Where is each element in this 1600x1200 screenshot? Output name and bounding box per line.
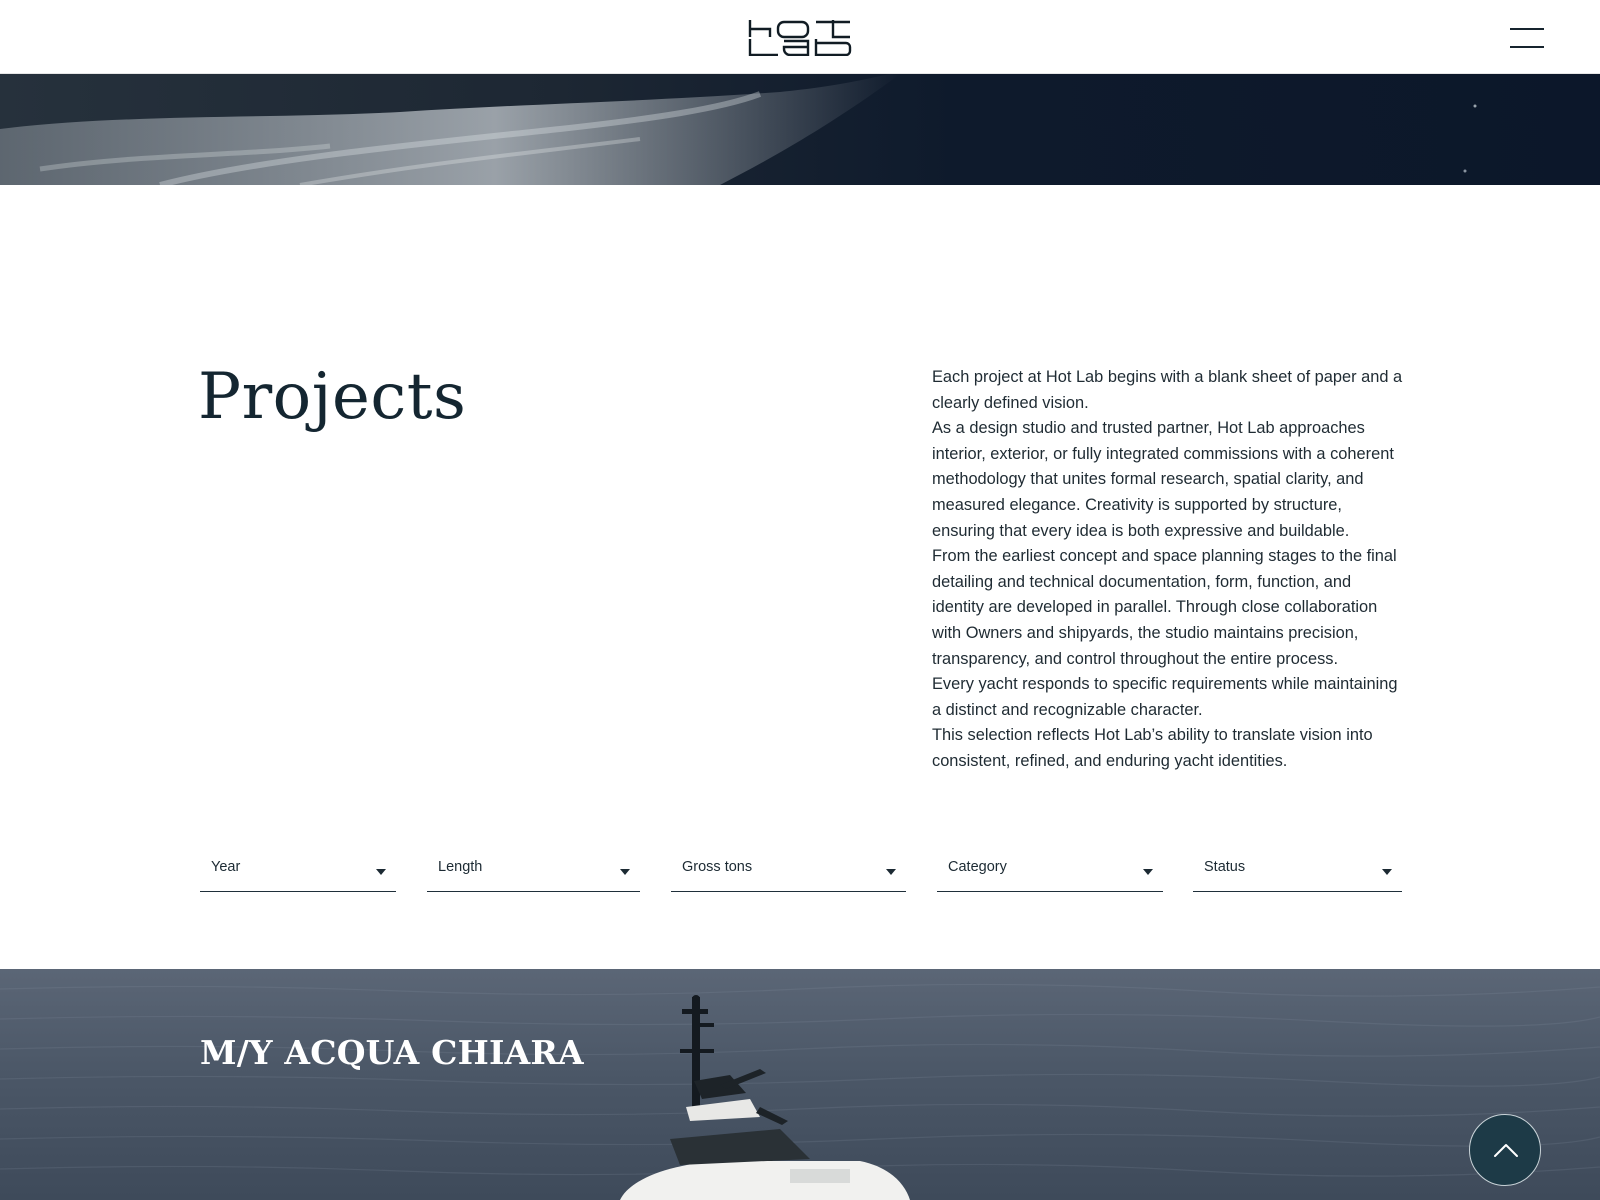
logo-mark-icon (748, 20, 852, 57)
filter-status-dropdown[interactable]: Status (1193, 852, 1402, 892)
menu-line-top (1510, 28, 1544, 30)
caret-down-icon (886, 869, 896, 875)
caret-down-icon (1382, 869, 1392, 875)
filter-label: Category (948, 859, 1007, 875)
intro-paragraph: This selection reflects Hot Lab’s abilit… (932, 726, 1373, 770)
intro-description: Each project at Hot Lab begins with a bl… (932, 365, 1407, 775)
caret-down-icon (1143, 869, 1153, 875)
filter-label: Status (1204, 859, 1246, 875)
intro-paragraph: From the earliest concept and space plan… (932, 547, 1397, 668)
filter-category-dropdown[interactable]: Category (937, 852, 1163, 892)
ocean-foam-illustration (0, 74, 1477, 185)
yacht-image (620, 995, 910, 1200)
page-title: Projects (198, 360, 467, 434)
hamburger-menu-icon[interactable] (1510, 26, 1544, 48)
caret-down-icon (376, 869, 386, 875)
filter-label: Year (211, 859, 241, 875)
filter-length-dropdown[interactable]: Length (427, 852, 640, 892)
chevron-up-icon (1494, 1144, 1518, 1157)
filter-label: Gross tons (682, 859, 753, 875)
project-card[interactable]: M/Y ACQUA CHIARA (0, 969, 1600, 1200)
project-name: M/Y ACQUA CHIARA (200, 1033, 584, 1072)
menu-line-bottom (1510, 46, 1544, 48)
hot-lab-logo[interactable] (748, 20, 852, 57)
site-header (0, 0, 1600, 74)
back-to-top-button[interactable] (1469, 1114, 1541, 1186)
filter-label: Length (438, 859, 483, 875)
filter-year-dropdown[interactable]: Year (200, 852, 396, 892)
intro-paragraph: Every yacht responds to specific require… (932, 675, 1398, 719)
intro-paragraph: As a design studio and trusted partner, … (932, 419, 1394, 540)
filter-gross-tons-dropdown[interactable]: Gross tons (671, 852, 906, 892)
hero-ocean-image (0, 74, 1600, 185)
caret-down-icon (620, 869, 630, 875)
intro-paragraph: Each project at Hot Lab begins with a bl… (932, 368, 1403, 412)
